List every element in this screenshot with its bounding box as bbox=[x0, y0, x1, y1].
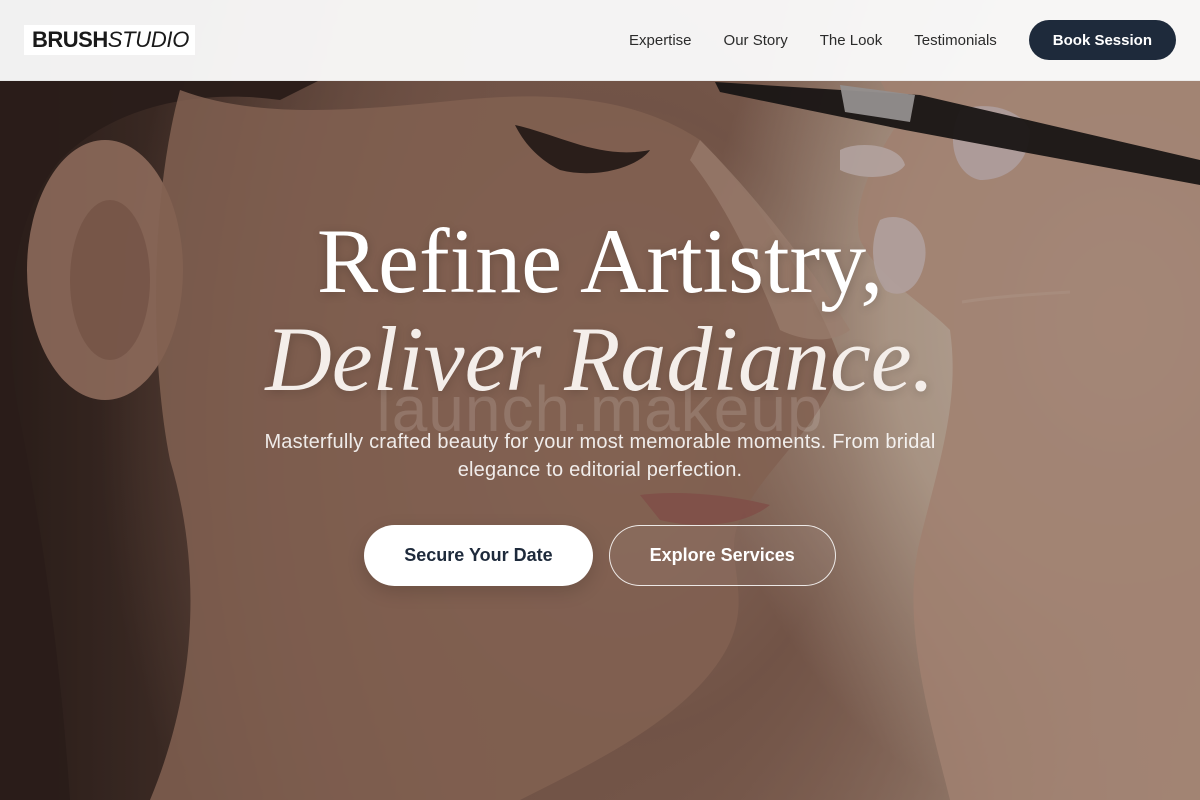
book-session-button[interactable]: Book Session bbox=[1028, 20, 1176, 60]
brand-name-light: STUDIO bbox=[107, 27, 190, 52]
brand-name-strong: BRUSH bbox=[32, 27, 108, 52]
nav-link-the-look[interactable]: The Look bbox=[820, 32, 883, 49]
hero-subtext: Masterfully crafted beauty for your most… bbox=[264, 431, 936, 481]
explore-services-button[interactable]: Explore Services bbox=[608, 525, 836, 586]
top-navigation: BRUSH STUDIO Expertise Our Story The Loo… bbox=[0, 0, 1200, 81]
hero-headline: Refine Artistry, Deliver Radiance. bbox=[0, 212, 1200, 408]
headline-line-1: Refine Artistry, bbox=[316, 210, 884, 312]
headline-line-2: Deliver Radiance. bbox=[265, 308, 935, 410]
brand-logo[interactable]: BRUSH STUDIO bbox=[24, 25, 196, 55]
nav-link-our-story[interactable]: Our Story bbox=[724, 32, 788, 49]
hero-cta-group: Secure Your Date Explore Services bbox=[0, 525, 1200, 586]
secure-your-date-button[interactable]: Secure Your Date bbox=[364, 525, 593, 586]
nav-link-testimonials[interactable]: Testimonials bbox=[914, 32, 997, 49]
nav-link-expertise[interactable]: Expertise bbox=[629, 32, 692, 49]
nav-menu: Expertise Our Story The Look Testimonial… bbox=[629, 20, 1176, 60]
